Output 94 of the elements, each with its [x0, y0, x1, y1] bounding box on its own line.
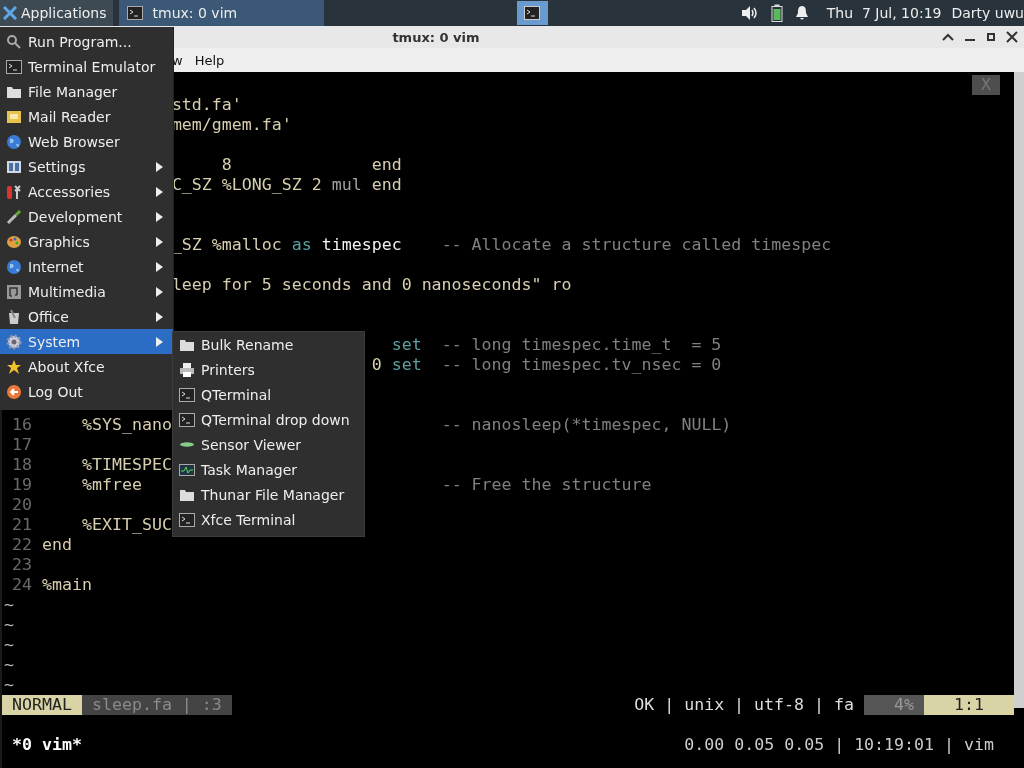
mail-icon [6, 108, 22, 125]
empty-line-marker: ~ [3, 675, 14, 695]
line-number: 20 [12, 495, 32, 514]
terminal-icon [524, 6, 541, 20]
empty-line-marker: ~ [3, 615, 14, 635]
code-line: %mfree [81, 475, 142, 495]
code-line: leep for 5 seconds and 0 nanoseconds" ro [171, 275, 572, 295]
tmux-window-label: *0 vim* [12, 735, 82, 755]
empty-line-marker: ~ [3, 655, 14, 675]
cursor-position: 1:1 [924, 695, 1014, 715]
empty-line-marker: ~ [3, 635, 14, 655]
term-icon [179, 411, 195, 428]
term-icon [179, 511, 195, 528]
logout-icon [6, 383, 22, 400]
brush-icon [6, 208, 22, 225]
maximize-icon[interactable] [986, 32, 996, 42]
file-format-info: OK | unix | utf-8 | fa [634, 695, 855, 715]
bell-icon[interactable] [794, 5, 809, 21]
search-icon [6, 33, 22, 50]
printer-icon [179, 361, 195, 378]
code-line: %TIMESPEC [81, 455, 172, 475]
shade-icon[interactable] [942, 32, 954, 42]
sensor-icon [179, 442, 195, 447]
menu-item[interactable]: Multimedia [0, 279, 173, 304]
line-number: 23 [12, 555, 32, 574]
star-icon [6, 358, 22, 375]
tmux-status: 0.00 0.05 0.05 | 10:19:01 | vim [684, 735, 994, 755]
menu-item[interactable]: Graphics [0, 229, 173, 254]
menu-item[interactable]: Xfce Terminal [173, 507, 364, 532]
code-comment: -- Free the structure [441, 475, 652, 495]
menu-item[interactable]: File Manager [0, 79, 173, 104]
user-name[interactable]: Darty uwu [951, 5, 1024, 21]
applications-button[interactable]: Applications [0, 0, 113, 26]
code-line: _SZ %malloc as timespec -- Allocate a structure called timespec [171, 235, 832, 255]
menu-item[interactable]: QTerminal [173, 382, 364, 407]
empty-line-marker: ~ [3, 595, 14, 615]
scrollbar[interactable] [1014, 72, 1024, 708]
palette-icon [6, 233, 22, 250]
close-icon[interactable] [1006, 31, 1018, 43]
line-number: 24 [12, 575, 32, 594]
gear-icon [6, 333, 22, 350]
menu-item[interactable]: Mail Reader [0, 104, 173, 129]
menu-item[interactable]: Run Program... [0, 29, 173, 54]
menu-item[interactable]: About Xfce [0, 354, 173, 379]
term-icon [6, 58, 22, 75]
menu-item[interactable]: Thunar File Manager [173, 482, 364, 507]
tools-icon [6, 183, 22, 200]
line-number: 19 [12, 475, 32, 494]
globe-icon [6, 258, 22, 275]
office-icon [6, 308, 22, 325]
settings-icon [6, 158, 22, 175]
code-comment: -- nanosleep(*timespec, NULL) [441, 415, 732, 435]
line-number: 21 [12, 515, 32, 534]
code-line: mem/gmem.fa' [171, 115, 292, 135]
menu-item[interactable]: Log Out [0, 379, 173, 404]
clock[interactable]: Thu 7 Jul, 10:19 [826, 5, 942, 21]
term-icon [179, 386, 195, 403]
menu-item[interactable]: Task Manager [173, 457, 364, 482]
code-line: %EXIT_SUC [81, 515, 172, 535]
menu-item[interactable]: Web Browser [0, 129, 173, 154]
mode-indicator: NORMAL [2, 695, 82, 715]
menu-item[interactable]: Development [0, 204, 173, 229]
line-number: 16 [12, 415, 32, 434]
menu-item[interactable]: Terminal Emulator [0, 54, 173, 79]
code-line: 8 end [221, 155, 402, 175]
file-info: sleep.fa | :3 [81, 695, 232, 715]
menu-item[interactable]: Bulk Rename [173, 332, 364, 357]
window-title: tmux: 0 vim [392, 29, 480, 45]
monitor-icon [179, 461, 195, 478]
code-line: %SYS_nano [81, 415, 172, 435]
menu-item[interactable]: Accessories [0, 179, 173, 204]
menu-item[interactable]: Settings [0, 154, 173, 179]
battery-icon[interactable] [770, 4, 783, 22]
taskbar-button[interactable]: tmux: 0 vim [118, 0, 324, 26]
line-number: 18 [12, 455, 32, 474]
menu-item[interactable]: Printers [173, 357, 364, 382]
menu-item[interactable]: Help [194, 52, 225, 68]
code-line: std.fa' [171, 95, 242, 115]
workspace-button[interactable] [516, 1, 548, 25]
menu-item[interactable]: System [0, 329, 173, 354]
code-line: set -- long timespec.time_t = 5 [391, 335, 722, 355]
menu-item[interactable]: Sensor Viewer [173, 432, 364, 457]
line-number: 22 [12, 535, 32, 554]
menu-item[interactable]: Internet [0, 254, 173, 279]
volume-icon[interactable] [740, 5, 759, 21]
line-number: 17 [12, 435, 32, 454]
scroll-percent: 4% [864, 695, 924, 715]
menu-item[interactable]: Office [0, 304, 173, 329]
terminal-icon [126, 6, 143, 20]
globe-icon [6, 133, 22, 150]
code-line: end [42, 535, 72, 555]
code-line: 0 set -- long timespec.tv_nsec = 0 [371, 355, 722, 375]
menu-item[interactable]: QTerminal drop down [173, 407, 364, 432]
code-line: %main [42, 575, 92, 595]
